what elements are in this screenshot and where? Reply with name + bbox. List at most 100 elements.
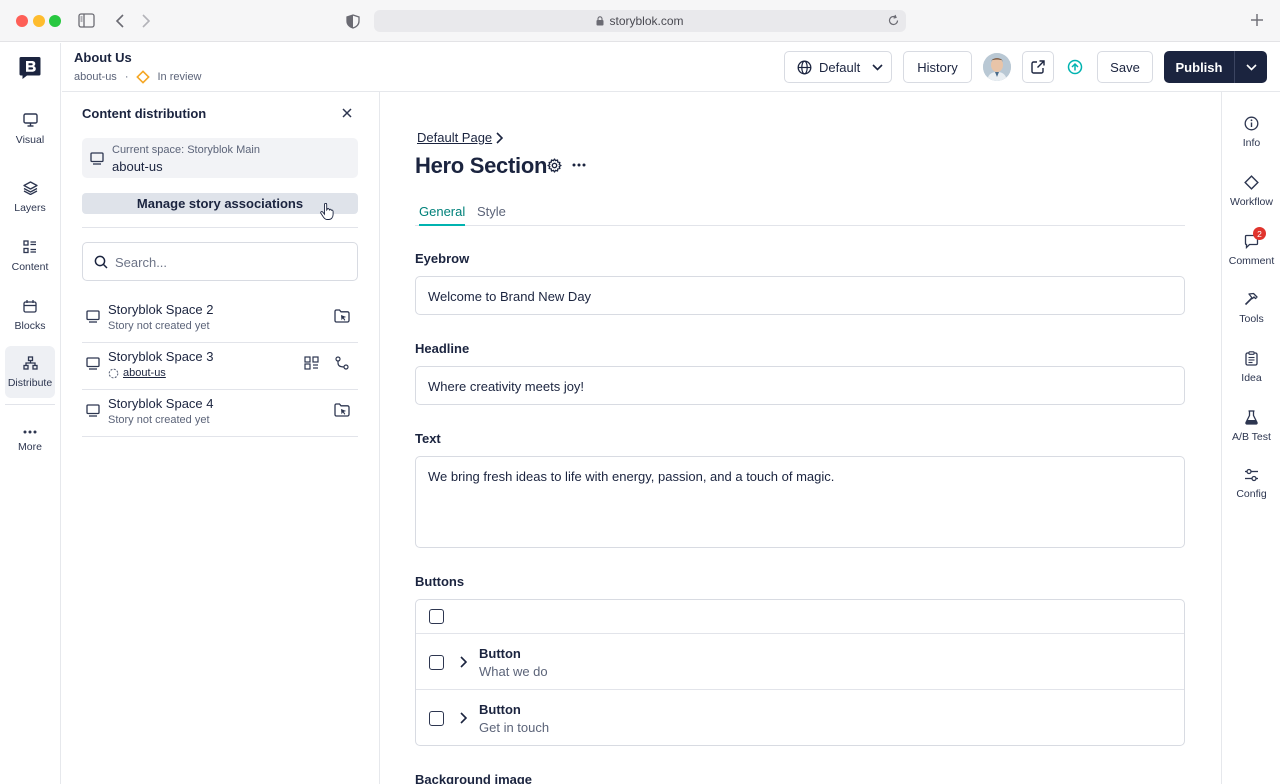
space-status: Story not created yet [108, 414, 210, 426]
chevron-right-icon[interactable] [459, 712, 467, 724]
rail-item-tools[interactable]: Tools [1222, 283, 1280, 333]
current-space-slug: about-us [112, 159, 163, 174]
search-input[interactable] [115, 251, 345, 273]
globe-icon [797, 60, 812, 74]
more-icon [23, 430, 37, 433]
rail-item-idea[interactable]: Idea [1222, 342, 1280, 392]
comment-count-badge: 2 [1253, 227, 1266, 240]
sync-pending-icon [108, 368, 119, 378]
left-navigation-rail: Visual Layers Content Blocks Distribute … [0, 43, 61, 784]
chevron-down-icon [872, 63, 883, 71]
tab-style[interactable]: Style [477, 204, 506, 226]
hammer-icon [1244, 292, 1258, 305]
sync-status-icon[interactable] [1067, 59, 1083, 75]
storyblok-logo[interactable] [19, 56, 41, 80]
shield-icon[interactable] [346, 14, 360, 29]
open-external-button[interactable] [1022, 51, 1054, 83]
rail-item-label: Comment [1228, 254, 1275, 267]
lock-icon [596, 16, 604, 26]
reload-icon[interactable] [887, 14, 900, 27]
maximize-window-button[interactable] [49, 15, 61, 27]
list-item[interactable]: Button What we do [416, 634, 1184, 690]
more-icon[interactable] [572, 163, 586, 167]
publish-options-button[interactable] [1235, 63, 1267, 71]
back-icon[interactable] [115, 14, 125, 28]
background-image-label: Background image [415, 772, 533, 784]
space-name: Storyblok Space 3 [108, 349, 214, 364]
headline-input[interactable]: Where creativity meets joy! [415, 366, 1185, 405]
item-checkbox[interactable] [429, 711, 444, 726]
clipboard-icon [1245, 350, 1258, 366]
rail-item-visual[interactable]: Visual [5, 104, 55, 154]
rail-item-label: A/B Test [1232, 430, 1271, 443]
space-row-space-4[interactable]: Storyblok Space 4 Story not created yet [82, 390, 358, 437]
chevron-right-icon[interactable] [459, 656, 467, 668]
save-button[interactable]: Save [1097, 51, 1153, 83]
story-slug: about-us [74, 71, 117, 83]
rail-item-workflow[interactable]: Workflow [1222, 166, 1280, 216]
address-bar[interactable]: storyblok.com [374, 10, 906, 32]
block-label: Get in touch [479, 720, 550, 735]
list-item[interactable]: Button Get in touch [416, 690, 1184, 746]
rail-item-distribute[interactable]: Distribute [5, 346, 55, 398]
language-select[interactable]: Default [784, 51, 892, 83]
hand-cursor-icon [320, 203, 334, 220]
search-box [82, 242, 358, 281]
chevron-down-icon [1245, 63, 1257, 71]
manage-story-associations-button[interactable]: Manage story associations [82, 193, 358, 214]
rail-item-info[interactable]: Info [1222, 107, 1280, 157]
rail-item-label: Content [11, 260, 49, 273]
space-name: Storyblok Space 4 [108, 396, 214, 411]
rail-item-comment[interactable]: 2 Comment [1222, 225, 1280, 275]
search-icon [94, 255, 108, 269]
eyebrow-input[interactable]: Welcome to Brand New Day [415, 276, 1185, 315]
rail-item-more[interactable]: More [5, 416, 55, 466]
chevron-right-icon [495, 132, 503, 144]
rail-item-config[interactable]: Config [1222, 459, 1280, 509]
blocks-icon [23, 299, 37, 313]
language-label: Default [819, 59, 861, 75]
create-story-folder-icon[interactable] [334, 309, 350, 323]
info-icon [1244, 116, 1259, 130]
text-label: Text [415, 431, 441, 446]
space-row-space-3[interactable]: Storyblok Space 3 about-us [82, 343, 358, 390]
text-textarea[interactable]: We bring fresh ideas to life with energy… [415, 456, 1185, 548]
monitor-icon [86, 357, 100, 370]
breadcrumb[interactable]: Default Page [417, 130, 492, 145]
new-tab-icon[interactable] [1250, 13, 1264, 27]
buttons-label: Buttons [415, 574, 465, 589]
avatar[interactable] [983, 53, 1011, 81]
rail-divider [5, 404, 55, 405]
tab-general[interactable]: General [419, 204, 466, 226]
rail-item-label: Config [1236, 488, 1267, 500]
story-meta: about-us · In review [74, 70, 202, 84]
select-all-row [416, 600, 1184, 634]
select-all-checkbox[interactable] [429, 609, 444, 624]
rail-item-layers[interactable]: Layers [5, 172, 55, 222]
minimize-window-button[interactable] [33, 15, 45, 27]
rail-item-blocks[interactable]: Blocks [5, 290, 55, 340]
external-link-icon [1031, 60, 1045, 74]
monitor-icon [90, 152, 104, 165]
history-button[interactable]: History [903, 51, 972, 83]
rail-item-label: More [18, 440, 42, 453]
close-window-button[interactable] [16, 15, 28, 27]
space-row-space-2[interactable]: Storyblok Space 2 Story not created yet [82, 296, 358, 343]
close-icon[interactable] [340, 106, 354, 120]
rail-item-ab-test[interactable]: A/B Test [1222, 401, 1280, 451]
publish-button[interactable]: Publish [1164, 60, 1234, 75]
create-story-folder-icon[interactable] [334, 403, 350, 417]
rail-item-label: Layers [14, 201, 46, 214]
rail-item-content[interactable]: Content [5, 231, 55, 281]
sidebar-toggle-icon[interactable] [78, 13, 95, 28]
gear-icon[interactable] [547, 158, 562, 173]
list-icon [23, 239, 36, 253]
space-story-slug: about-us [123, 367, 166, 379]
space-story-link[interactable]: about-us [108, 367, 166, 379]
item-checkbox[interactable] [429, 655, 444, 670]
sliders-icon [1245, 468, 1258, 482]
forward-icon[interactable] [141, 14, 151, 28]
compare-icon[interactable] [304, 356, 319, 370]
page-title: Hero Section [415, 153, 548, 178]
branch-icon[interactable] [335, 356, 349, 370]
